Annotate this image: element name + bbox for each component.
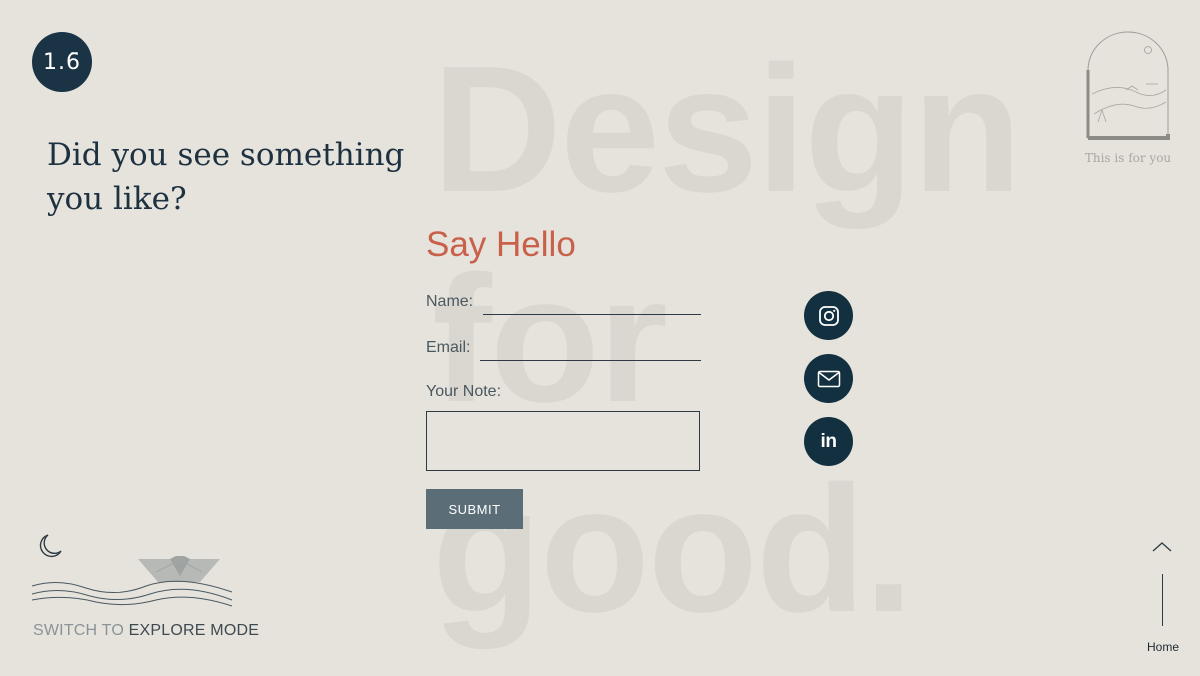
name-field[interactable]	[483, 292, 701, 315]
email-field[interactable]	[480, 338, 701, 361]
illustration-caption: This is for you	[1084, 151, 1172, 165]
logo-text: 1.6̈	[43, 49, 81, 75]
switch-mode-link[interactable]: SWITCH TO EXPLORE MODE	[33, 622, 259, 640]
linkedin-button[interactable]: in	[804, 417, 853, 466]
home-link[interactable]: Home	[1140, 640, 1186, 654]
switch-mode-emphasis: EXPLORE MODE	[128, 622, 260, 639]
switch-mode-prefix: SWITCH TO	[33, 622, 124, 639]
background-word-design: Design	[432, 29, 1022, 230]
background-word-good: good.	[432, 449, 914, 650]
scroll-indicator-line	[1162, 574, 1163, 626]
mail-icon	[817, 370, 840, 387]
form-title: Say Hello	[426, 225, 576, 264]
note-field[interactable]	[426, 411, 700, 471]
page-headline: Did you see something you like?	[47, 137, 405, 217]
logo[interactable]: 1.6̈	[32, 32, 92, 92]
submit-button[interactable]: SUBMIT	[426, 489, 523, 529]
email-label: Email:	[426, 339, 471, 356]
linkedin-icon: in	[820, 430, 837, 452]
instagram-button[interactable]	[804, 291, 853, 340]
instagram-icon	[818, 305, 839, 326]
name-label: Name:	[426, 293, 474, 310]
note-label: Your Note:	[426, 383, 502, 400]
chevron-up-icon[interactable]	[1151, 540, 1173, 554]
boat-waves-illustration	[31, 556, 233, 607]
arch-illustration	[1086, 31, 1170, 140]
email-button[interactable]	[804, 354, 853, 403]
